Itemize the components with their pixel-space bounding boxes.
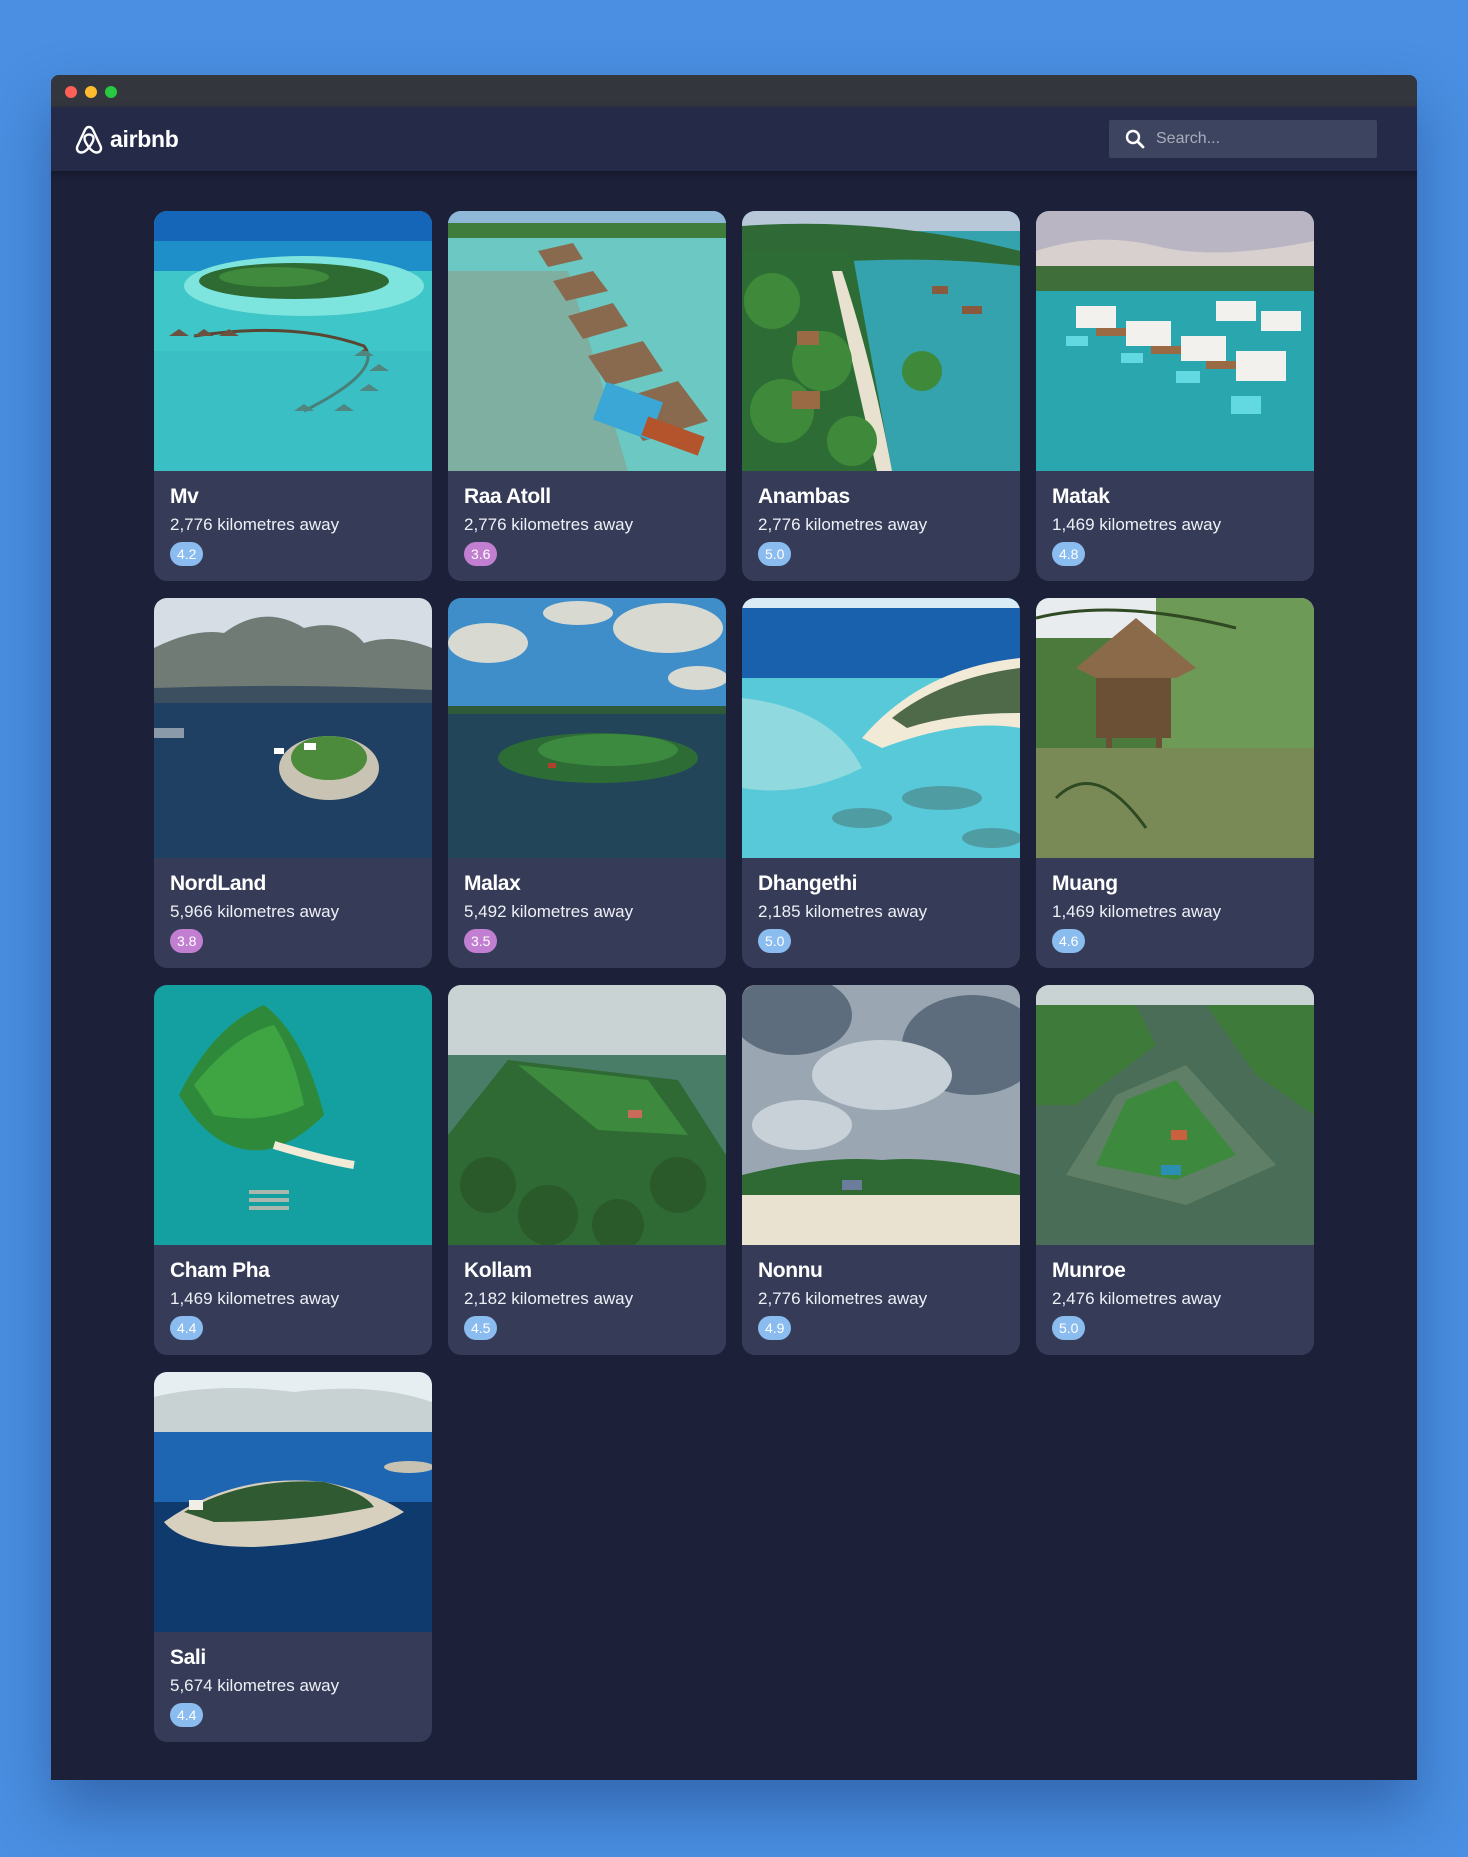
rating-badge: 3.8 (170, 929, 204, 953)
listing-card-sali[interactable]: Sali 5,674 kilometres away 4.4 (154, 1372, 432, 1742)
listing-card-muang[interactable]: Muang 1,469 kilometres away 4.6 (1036, 598, 1314, 968)
rating-badge: 5.0 (1052, 1316, 1086, 1340)
listing-info: Sali 5,674 kilometres away 4.4 (154, 1632, 432, 1727)
listing-info: Matak 1,469 kilometres away 4.8 (1036, 471, 1314, 566)
listing-name: Dhangethi (758, 872, 858, 895)
listing-card-mv[interactable]: Mv 2,776 kilometres away 4.2 (154, 211, 432, 581)
rating-badge: 4.2 (170, 542, 204, 566)
listing-info: Nonnu 2,776 kilometres away 4.9 (742, 1245, 1020, 1340)
airbnb-logo[interactable]: airbnb (74, 123, 179, 155)
search-bar[interactable] (1109, 120, 1377, 158)
listing-distance: 2,776 kilometres away (464, 515, 634, 534)
listing-info: Malax 5,492 kilometres away 3.5 (448, 858, 726, 953)
listing-card-anambas[interactable]: Anambas 2,776 kilometres away 5.0 (742, 211, 1020, 581)
rating-badge: 4.4 (170, 1703, 204, 1727)
listing-distance: 5,492 kilometres away (464, 902, 634, 921)
maximize-window-button[interactable] (105, 86, 117, 98)
listing-name: Kollam (464, 1259, 532, 1282)
listing-name: Mv (170, 485, 199, 508)
listing-name: NordLand (170, 872, 266, 895)
listing-card-malax[interactable]: Malax 5,492 kilometres away 3.5 (448, 598, 726, 968)
listing-photo (448, 211, 726, 471)
listing-card-kollam[interactable]: Kollam 2,182 kilometres away 4.5 (448, 985, 726, 1355)
rating-badge: 3.6 (464, 542, 498, 566)
rating-badge: 4.6 (1052, 929, 1086, 953)
listing-photo (742, 985, 1020, 1245)
listing-card-nonnu[interactable]: Nonnu 2,776 kilometres away 4.9 (742, 985, 1020, 1355)
listing-distance: 1,469 kilometres away (170, 1289, 340, 1308)
airbnb-belo-icon (74, 123, 104, 155)
window-titlebar (51, 75, 1417, 107)
listing-photo (1036, 985, 1314, 1245)
rating-badge: 4.4 (170, 1316, 204, 1340)
minimize-window-button[interactable] (85, 86, 97, 98)
listing-name: Malax (464, 872, 521, 895)
listing-photo (742, 211, 1020, 471)
listing-photo (448, 985, 726, 1245)
listing-card-cham-pha[interactable]: Cham Pha 1,469 kilometres away 4.4 (154, 985, 432, 1355)
listing-distance: 2,476 kilometres away (1052, 1289, 1222, 1308)
rating-badge: 5.0 (758, 929, 792, 953)
listing-distance: 1,469 kilometres away (1052, 902, 1222, 921)
listing-info: Dhangethi 2,185 kilometres away 5.0 (742, 858, 1020, 953)
listing-distance: 2,776 kilometres away (758, 515, 928, 534)
listing-info: NordLand 5,966 kilometres away 3.8 (154, 858, 432, 953)
listing-grid: Mv 2,776 kilometres away 4.2 Raa Atoll 2… (154, 211, 1314, 1742)
listing-card-raa-atoll[interactable]: Raa Atoll 2,776 kilometres away 3.6 (448, 211, 726, 581)
listing-photo (1036, 211, 1314, 471)
rating-badge: 3.5 (464, 929, 498, 953)
listing-name: Anambas (758, 485, 850, 508)
listing-distance: 2,182 kilometres away (464, 1289, 634, 1308)
listing-info: Raa Atoll 2,776 kilometres away 3.6 (448, 471, 726, 566)
listing-photo (742, 598, 1020, 858)
browser-window: airbnb Mv 2,776 kilometres away 4.2 (51, 75, 1417, 1780)
logo-text: airbnb (110, 125, 179, 152)
search-icon (1124, 128, 1146, 150)
listing-card-munroe[interactable]: Munroe 2,476 kilometres away 5.0 (1036, 985, 1314, 1355)
listing-distance: 1,469 kilometres away (1052, 515, 1222, 534)
listing-card-dhangethi[interactable]: Dhangethi 2,185 kilometres away 5.0 (742, 598, 1020, 968)
listing-distance: 5,966 kilometres away (170, 902, 340, 921)
listing-distance: 2,776 kilometres away (758, 1289, 928, 1308)
listing-info: Mv 2,776 kilometres away 4.2 (154, 471, 432, 566)
listing-name: Munroe (1052, 1259, 1126, 1282)
listing-distance: 2,776 kilometres away (170, 515, 340, 534)
listing-info: Muang 1,469 kilometres away 4.6 (1036, 858, 1314, 953)
listing-name: Cham Pha (170, 1259, 270, 1282)
listing-name: Sali (170, 1646, 206, 1669)
listing-distance: 2,185 kilometres away (758, 902, 928, 921)
listing-photo (154, 1372, 432, 1632)
rating-badge: 4.8 (1052, 542, 1086, 566)
listing-info: Munroe 2,476 kilometres away 5.0 (1036, 1245, 1314, 1340)
listing-card-nordland[interactable]: NordLand 5,966 kilometres away 3.8 (154, 598, 432, 968)
listing-photo (154, 985, 432, 1245)
rating-badge: 5.0 (758, 542, 792, 566)
listing-name: Raa Atoll (464, 485, 551, 508)
listing-name: Nonnu (758, 1259, 823, 1282)
navbar: airbnb (51, 107, 1417, 171)
listing-card-matak[interactable]: Matak 1,469 kilometres away 4.8 (1036, 211, 1314, 581)
rating-badge: 4.9 (758, 1316, 792, 1340)
listing-photo (154, 598, 432, 858)
listing-info: Cham Pha 1,469 kilometres away 4.4 (154, 1245, 432, 1340)
rating-badge: 4.5 (464, 1316, 498, 1340)
search-input[interactable] (1154, 129, 1358, 149)
listing-name: Matak (1052, 485, 1110, 508)
listing-name: Muang (1052, 872, 1118, 895)
listing-info: Anambas 2,776 kilometres away 5.0 (742, 471, 1020, 566)
listing-photo (448, 598, 726, 858)
listing-info: Kollam 2,182 kilometres away 4.5 (448, 1245, 726, 1340)
listing-photo (1036, 598, 1314, 858)
listing-photo (154, 211, 432, 471)
close-window-button[interactable] (65, 86, 77, 98)
listing-distance: 5,674 kilometres away (170, 1676, 340, 1695)
